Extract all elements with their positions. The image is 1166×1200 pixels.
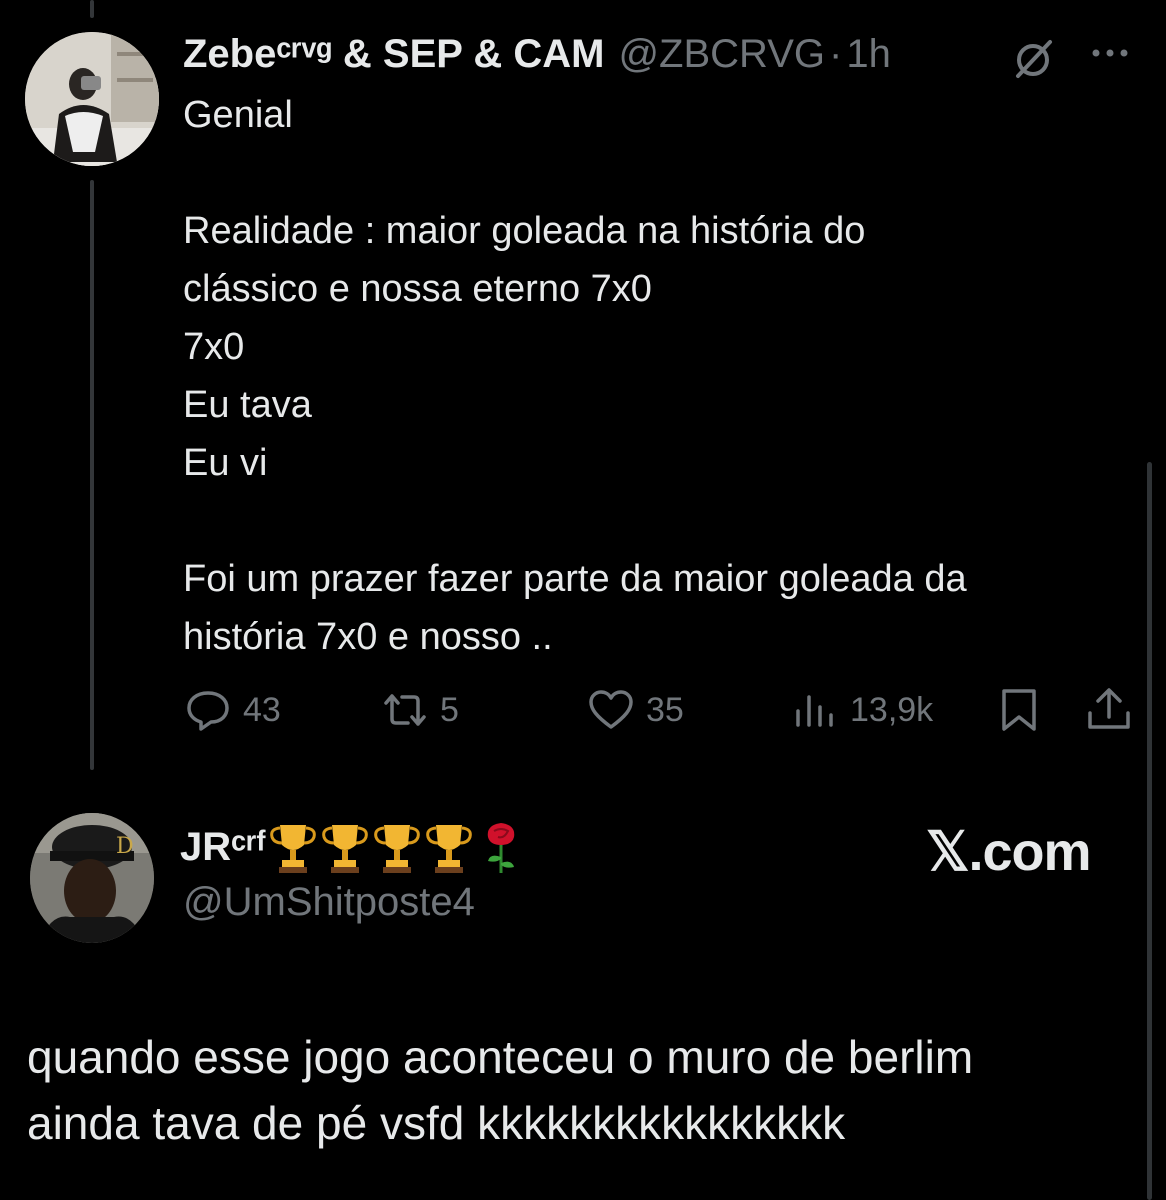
trophy-icon (374, 825, 420, 873)
trophy-icon (322, 825, 368, 873)
retweet-button[interactable]: 5 (380, 680, 459, 740)
tweet-line: Eu tava (183, 384, 312, 426)
scrollbar[interactable] (1147, 462, 1152, 1200)
rose-icon (487, 823, 515, 873)
action-bar: 43 5 35 13,9k (0, 680, 1166, 740)
share-icon (1088, 688, 1130, 729)
reply-line: ainda tava de pé vsfd kkkkkkkkkkkkkkkk (27, 1097, 846, 1149)
reply-avatar-photo: D (30, 813, 154, 943)
tweet-line: 7x0 (183, 326, 245, 368)
reply-line: quando esse jogo aconteceu o muro de ber… (27, 1031, 974, 1083)
more-icon[interactable] (1090, 46, 1130, 60)
svg-text:D: D (116, 834, 134, 859)
reply-avatar[interactable]: D (30, 813, 154, 943)
like-count: 35 (646, 690, 684, 729)
like-icon (589, 690, 633, 729)
tweet-line: Eu vi (183, 442, 268, 484)
reply-icon (187, 691, 229, 731)
separator-dot: · (829, 31, 843, 76)
reply-count: 43 (243, 690, 281, 729)
trophy-icon (426, 825, 472, 873)
grok-icon[interactable] (1010, 36, 1056, 82)
bookmark-icon (1002, 689, 1036, 731)
views-button[interactable]: 13,9k (790, 680, 933, 740)
timestamp[interactable]: 1h (846, 32, 891, 77)
thread-line-top (90, 0, 94, 18)
share-button[interactable] (1084, 680, 1134, 740)
tweet-line: história 7x0 e nosso .. (183, 616, 553, 658)
tweet-line: Foi um prazer fazer parte da maior golea… (183, 558, 967, 600)
reply-user-handle[interactable]: @UmShitposte4 (183, 880, 475, 925)
view-count: 13,9k (850, 690, 934, 729)
like-button[interactable]: 35 (586, 680, 684, 740)
tweet-line: Genial (183, 94, 293, 136)
trophy-icon (270, 825, 316, 873)
x-brand-watermark: 𝕏.com (926, 822, 1092, 882)
tweet-line: Realidade : maior goleada na história do (183, 210, 866, 252)
views-icon (796, 695, 833, 727)
reply-display-name[interactable]: JRᶜʳᶠ (180, 825, 266, 870)
display-name[interactable]: Zebeᶜʳᵛᵍ & SEP & CAM (183, 32, 604, 77)
retweet-count: 5 (440, 690, 459, 729)
reply-text: quando esse jogo aconteceu o muro de ber… (27, 1024, 1127, 1156)
reply-button[interactable]: 43 (183, 680, 281, 740)
avatar[interactable] (25, 32, 159, 166)
retweet-icon (384, 694, 426, 726)
avatar-photo (25, 32, 159, 166)
bookmark-button[interactable] (994, 680, 1044, 740)
tweet-line: clássico e nossa eterno 7x0 (183, 268, 652, 310)
user-handle[interactable]: @ZBCRVG (618, 32, 825, 77)
tweet-text: Genial Realidade : maior goleada na hist… (183, 86, 1123, 666)
tweet-header: Zebeᶜʳᵛᵍ & SEP & CAM @ZBCRVG · 1h (183, 30, 891, 78)
reply-header: JRᶜʳᶠ (180, 818, 526, 876)
